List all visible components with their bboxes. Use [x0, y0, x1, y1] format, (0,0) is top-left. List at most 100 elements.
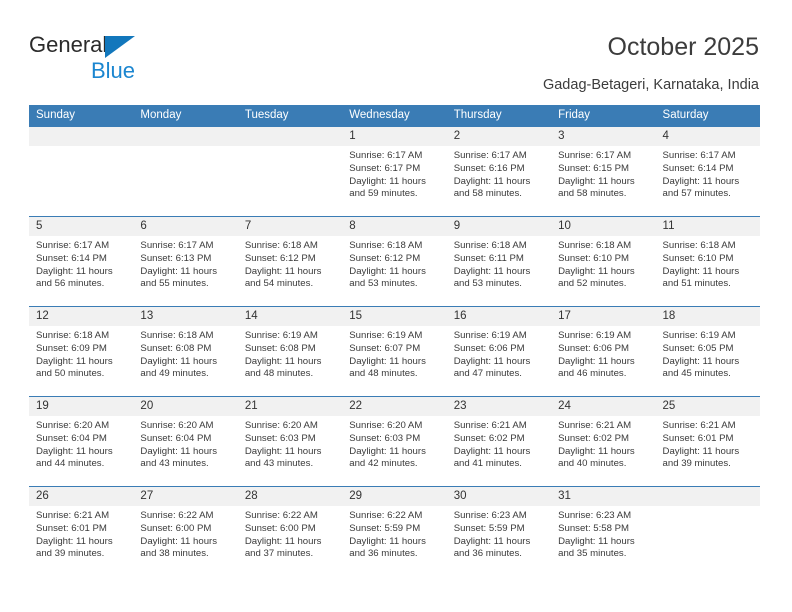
day-number[interactable]: 4: [656, 127, 760, 146]
daylight-text-cont: and 46 minutes.: [558, 368, 627, 380]
day-cell[interactable]: [133, 146, 237, 216]
sunrise-text: Sunrise: 6:19 AM: [662, 330, 736, 341]
day-number[interactable]: [133, 127, 237, 146]
sunrise-text: Sunrise: 6:18 AM: [140, 330, 214, 341]
day-number[interactable]: 26: [29, 487, 133, 506]
day-number[interactable]: 22: [342, 397, 446, 416]
day-cell[interactable]: Sunrise: 6:17 AM Sunset: 6:15 PM Dayligh…: [551, 146, 655, 216]
day-number[interactable]: 29: [342, 487, 446, 506]
day-number[interactable]: 18: [656, 307, 760, 326]
day-number[interactable]: 27: [133, 487, 237, 506]
day-number[interactable]: 20: [133, 397, 237, 416]
brand-logo[interactable]: General Blue: [29, 32, 269, 88]
day-cell[interactable]: Sunrise: 6:22 AM Sunset: 6:00 PM Dayligh…: [238, 506, 342, 576]
day-number[interactable]: [238, 127, 342, 146]
day-cell[interactable]: [238, 146, 342, 216]
day-number[interactable]: 8: [342, 217, 446, 236]
day-cell[interactable]: Sunrise: 6:22 AM Sunset: 6:00 PM Dayligh…: [133, 506, 237, 576]
day-cell[interactable]: Sunrise: 6:18 AM Sunset: 6:09 PM Dayligh…: [29, 326, 133, 396]
sunset-text: Sunset: 6:03 PM: [244, 432, 316, 444]
sunrise-text: Sunrise: 6:19 AM: [349, 330, 423, 341]
day-number[interactable]: [656, 487, 760, 506]
day-cell[interactable]: Sunrise: 6:17 AM Sunset: 6:14 PM Dayligh…: [29, 236, 133, 306]
day-number[interactable]: 31: [551, 487, 655, 506]
day-cell[interactable]: Sunrise: 6:18 AM Sunset: 6:10 PM Dayligh…: [551, 236, 655, 306]
day-number[interactable]: 13: [133, 307, 237, 326]
day-number[interactable]: 12: [29, 307, 133, 326]
day-cell[interactable]: Sunrise: 6:18 AM Sunset: 6:10 PM Dayligh…: [656, 236, 760, 306]
day-number[interactable]: 10: [551, 217, 655, 236]
calendar-week-row: 26 27 28 29 30 31 Sunrise: 6:21 AM Sunse…: [29, 486, 760, 576]
daylight-text-cont: and 50 minutes.: [36, 368, 105, 380]
day-number[interactable]: 17: [551, 307, 655, 326]
sunset-text: Sunset: 6:14 PM: [662, 162, 734, 174]
day-number[interactable]: 23: [447, 397, 551, 416]
daylight-text-cont: and 48 minutes.: [244, 368, 314, 380]
day-number[interactable]: 9: [447, 217, 551, 236]
day-cell[interactable]: Sunrise: 6:18 AM Sunset: 6:12 PM Dayligh…: [238, 236, 342, 306]
page-title: October 2025: [607, 33, 760, 61]
day-number[interactable]: 5: [29, 217, 133, 236]
day-cell[interactable]: Sunrise: 6:20 AM Sunset: 6:04 PM Dayligh…: [133, 416, 237, 486]
sunset-text: Sunset: 6:12 PM: [244, 252, 316, 264]
day-number[interactable]: 19: [29, 397, 133, 416]
day-cell[interactable]: Sunrise: 6:21 AM Sunset: 6:02 PM Dayligh…: [447, 416, 551, 486]
day-cell[interactable]: Sunrise: 6:17 AM Sunset: 6:13 PM Dayligh…: [133, 236, 237, 306]
day-cell[interactable]: [29, 146, 133, 216]
day-number[interactable]: 6: [133, 217, 237, 236]
daylight-text-cont: and 59 minutes.: [349, 188, 418, 200]
daylight-text: Daylight: 11 hours: [140, 445, 218, 457]
day-cell[interactable]: Sunrise: 6:22 AM Sunset: 5:59 PM Dayligh…: [342, 506, 446, 576]
day-cell[interactable]: Sunrise: 6:17 AM Sunset: 6:14 PM Dayligh…: [656, 146, 760, 216]
day-cell[interactable]: Sunrise: 6:20 AM Sunset: 6:03 PM Dayligh…: [238, 416, 342, 486]
day-number[interactable]: 11: [656, 217, 760, 236]
day-number[interactable]: 16: [447, 307, 551, 326]
daylight-text-cont: and 38 minutes.: [140, 548, 209, 560]
sunrise-text: Sunrise: 6:17 AM: [36, 240, 110, 251]
day-cell[interactable]: Sunrise: 6:21 AM Sunset: 6:01 PM Dayligh…: [656, 416, 760, 486]
daylight-text-cont: and 37 minutes.: [244, 548, 314, 560]
day-number[interactable]: [29, 127, 133, 146]
day-cell[interactable]: Sunrise: 6:21 AM Sunset: 6:02 PM Dayligh…: [551, 416, 655, 486]
day-cell[interactable]: Sunrise: 6:18 AM Sunset: 6:11 PM Dayligh…: [447, 236, 551, 306]
day-cell[interactable]: Sunrise: 6:20 AM Sunset: 6:04 PM Dayligh…: [29, 416, 133, 486]
page-header: General Blue October 2025 Gadag-Betageri…: [0, 0, 792, 100]
day-number[interactable]: 15: [342, 307, 446, 326]
day-number[interactable]: 7: [238, 217, 342, 236]
sunset-text: Sunset: 6:06 PM: [558, 342, 630, 354]
day-number[interactable]: 28: [238, 487, 342, 506]
day-cell[interactable]: Sunrise: 6:18 AM Sunset: 6:12 PM Dayligh…: [342, 236, 446, 306]
day-number[interactable]: 3: [551, 127, 655, 146]
day-cell[interactable]: [656, 506, 760, 576]
sunrise-text: Sunrise: 6:19 AM: [558, 330, 632, 341]
day-cell[interactable]: Sunrise: 6:19 AM Sunset: 6:06 PM Dayligh…: [551, 326, 655, 396]
day-cell[interactable]: Sunrise: 6:18 AM Sunset: 6:08 PM Dayligh…: [133, 326, 237, 396]
daylight-text-cont: and 58 minutes.: [453, 188, 522, 200]
day-number[interactable]: 1: [342, 127, 446, 146]
daylight-text-cont: and 35 minutes.: [558, 548, 627, 560]
day-cell[interactable]: Sunrise: 6:17 AM Sunset: 6:16 PM Dayligh…: [447, 146, 551, 216]
daylight-text-cont: and 41 minutes.: [453, 458, 522, 470]
week-date-strip: 1 2 3 4: [29, 127, 760, 146]
day-cell[interactable]: Sunrise: 6:23 AM Sunset: 5:58 PM Dayligh…: [551, 506, 655, 576]
sunrise-text: Sunrise: 6:21 AM: [453, 420, 527, 431]
sunrise-text: Sunrise: 6:18 AM: [662, 240, 736, 251]
daylight-text: Daylight: 11 hours: [453, 535, 531, 547]
day-cell[interactable]: Sunrise: 6:19 AM Sunset: 6:06 PM Dayligh…: [447, 326, 551, 396]
day-number[interactable]: 2: [447, 127, 551, 146]
day-cell[interactable]: Sunrise: 6:19 AM Sunset: 6:08 PM Dayligh…: [238, 326, 342, 396]
day-number[interactable]: 25: [656, 397, 760, 416]
weekday-header-sunday: Sunday: [36, 109, 76, 121]
day-cell[interactable]: Sunrise: 6:20 AM Sunset: 6:03 PM Dayligh…: [342, 416, 446, 486]
sunset-text: Sunset: 6:05 PM: [662, 342, 734, 354]
day-cell[interactable]: Sunrise: 6:19 AM Sunset: 6:07 PM Dayligh…: [342, 326, 446, 396]
day-cell[interactable]: Sunrise: 6:23 AM Sunset: 5:59 PM Dayligh…: [447, 506, 551, 576]
day-cell[interactable]: Sunrise: 6:21 AM Sunset: 6:01 PM Dayligh…: [29, 506, 133, 576]
calendar-page: General Blue October 2025 Gadag-Betageri…: [0, 0, 792, 612]
day-cell[interactable]: Sunrise: 6:17 AM Sunset: 6:17 PM Dayligh…: [342, 146, 446, 216]
day-number[interactable]: 21: [238, 397, 342, 416]
day-number[interactable]: 30: [447, 487, 551, 506]
day-number[interactable]: 24: [551, 397, 655, 416]
day-cell[interactable]: Sunrise: 6:19 AM Sunset: 6:05 PM Dayligh…: [656, 326, 760, 396]
day-number[interactable]: 14: [238, 307, 342, 326]
